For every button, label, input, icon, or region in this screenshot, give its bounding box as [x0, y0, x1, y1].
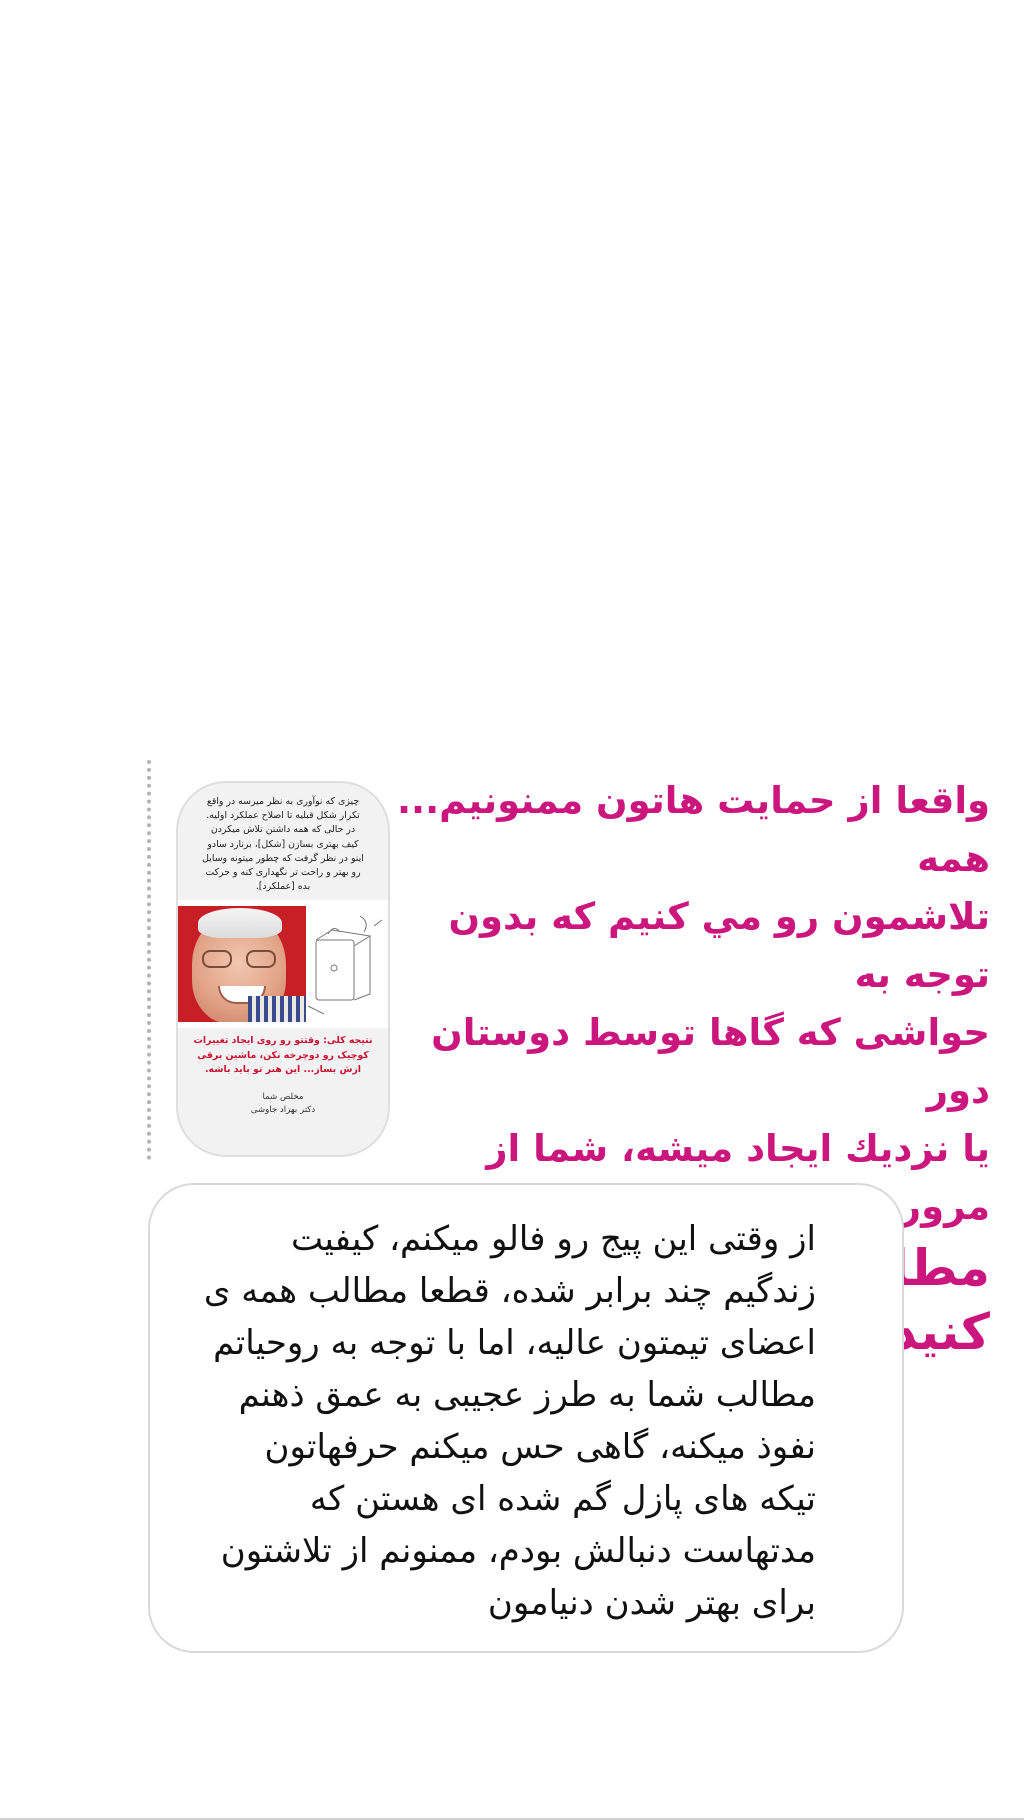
- comment-line-5: نفوذ میکنه، گاهی حس میکنم حرفهاتون: [264, 1427, 817, 1467]
- story-result-text: نتیجه کلی: وقتتو رو روی ایجاد تغییرات کو…: [193, 1035, 373, 1075]
- comment-text: از وقتی این پیج رو فالو میکنم، کیفیت زند…: [176, 1213, 816, 1629]
- comment-line-8: برای بهتر شدن دنیامون: [487, 1583, 816, 1623]
- comment-line-3: اعضای تیمتون عالیه، اما با توجه به روحیا…: [213, 1323, 816, 1363]
- dotted-divider: [147, 760, 151, 1160]
- signoff-line-1: مخلص شما: [262, 1092, 304, 1103]
- signoff-line-2: دکتر بهزاد جاوشی: [250, 1105, 316, 1116]
- story-preview-card[interactable]: چیزی که نوآوری به نظر میرسه در واقع تکرا…: [176, 781, 390, 1157]
- story-image: [178, 900, 388, 1029]
- story-signoff: مخلص شما دکتر بهزاد جاوشی: [178, 1077, 388, 1117]
- comment-line-2: زندگیم چند برابر شده، قطعا مطالب همه ی: [203, 1271, 816, 1311]
- comment-line-6: تیکه های پازل گم شده ای هستن که: [309, 1479, 816, 1519]
- comment-bubble: از وقتی این پیج رو فالو میکنم، کیفیت زند…: [148, 1183, 904, 1653]
- comment-line-7: مدتهاست دنبالش بودم، ممنونم از تلاشتون: [220, 1531, 816, 1571]
- story-top-text: چیزی که نوآوری به نظر میرسه در واقع تکرا…: [202, 796, 364, 893]
- headline-line-3: حواشی كه گاها توسط دوستان دور: [431, 1011, 990, 1112]
- comment-line-1: از وقتی این پیج رو فالو میکنم، کیفیت: [290, 1219, 816, 1259]
- suitcase-sketch: [307, 915, 383, 1015]
- comment-line-4: مطالب شما به طرز عجیبی به عمق ذهنم: [238, 1375, 816, 1415]
- headline-line-1: واقعا از حمايت هاتون ممنونيم... همه: [396, 779, 990, 880]
- portrait-photo: [178, 906, 306, 1023]
- headline-line-2: تلاشمون رو مي كنيم كه بدون توجه به: [448, 895, 990, 996]
